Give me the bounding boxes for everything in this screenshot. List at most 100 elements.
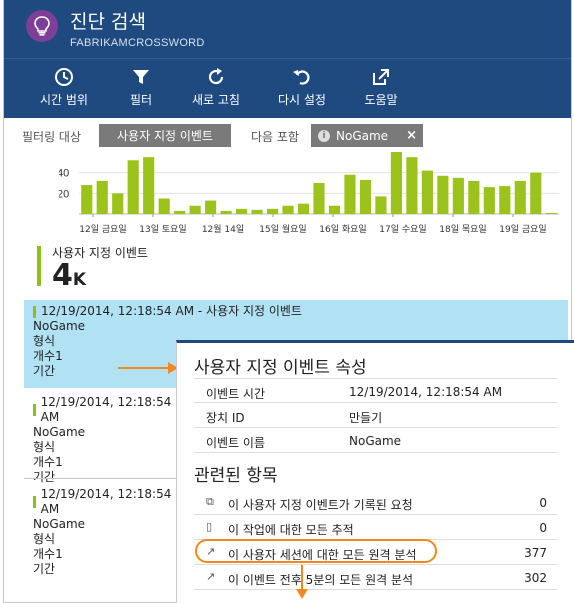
histogram-bar[interactable] bbox=[421, 170, 433, 214]
histogram-bar[interactable] bbox=[344, 174, 356, 214]
event-list-item[interactable]: 12/19/2014, 12:18:54 AM NoGame 형식 개수1 기간 bbox=[24, 487, 176, 576]
histogram-bar[interactable] bbox=[174, 210, 186, 214]
document-icon: ▯ bbox=[206, 520, 213, 533]
property-key: 이벤트 시간 bbox=[206, 387, 266, 401]
event-type: 형식 bbox=[33, 532, 56, 546]
close-icon[interactable]: × bbox=[406, 128, 417, 143]
histogram-bar[interactable] bbox=[297, 203, 310, 214]
related-count: 302 bbox=[524, 571, 547, 585]
summary-number: 4 bbox=[52, 258, 73, 293]
histogram-bar[interactable] bbox=[437, 175, 449, 214]
y-tick-label: 20 bbox=[59, 188, 69, 200]
info-icon: i bbox=[318, 129, 330, 142]
filter-include-chip[interactable]: i NoGame × bbox=[311, 124, 423, 147]
x-tick-label: 17일 수요일 bbox=[379, 224, 426, 235]
refresh-label: 새로 고침 bbox=[192, 93, 240, 107]
trend-arrow-icon: ↗ bbox=[206, 570, 216, 583]
histogram-bar[interactable] bbox=[143, 157, 155, 214]
histogram-bar[interactable] bbox=[406, 157, 418, 214]
histogram-bar[interactable] bbox=[375, 196, 387, 214]
histogram-bar[interactable] bbox=[236, 208, 248, 214]
event-type: 형식 bbox=[33, 440, 56, 454]
histogram-bar[interactable] bbox=[251, 209, 263, 214]
event-marker bbox=[33, 404, 36, 416]
event-marker bbox=[33, 496, 36, 508]
summary-unit: K bbox=[72, 270, 87, 290]
event-duration: 기간 bbox=[33, 562, 56, 576]
histogram-bar[interactable] bbox=[468, 180, 480, 214]
time-range-button[interactable]: 시간 범위 bbox=[26, 67, 102, 108]
related-item-window[interactable]: ↗ 이 이벤트 전후 5분의 모든 원격 분석 302 bbox=[194, 565, 557, 590]
event-marker bbox=[33, 305, 36, 318]
event-timestamp: 12/19/2014, 12:18:54 AM bbox=[40, 487, 172, 516]
property-key: 장치 ID bbox=[206, 411, 245, 425]
x-tick-label: 18일 목요일 bbox=[439, 224, 486, 235]
filter-target-chip[interactable]: 사용자 지정 이벤트 bbox=[99, 124, 231, 147]
related-label: 이 작업에 대한 모든 추적 bbox=[228, 523, 354, 537]
histogram-bar[interactable] bbox=[81, 185, 93, 214]
histogram-bar[interactable] bbox=[220, 210, 232, 214]
reset-button[interactable]: 다시 설정 bbox=[270, 67, 334, 108]
command-bar: 시간 범위 필터 새로 고침 다시 설정 도움말 bbox=[4, 58, 571, 118]
event-count: 개수1 bbox=[33, 547, 63, 561]
reset-label: 다시 설정 bbox=[278, 93, 326, 107]
x-tick-label: 15일 월요일 bbox=[259, 223, 306, 235]
x-tick-label: 12월 14일 bbox=[202, 223, 244, 235]
clock-icon bbox=[55, 68, 73, 86]
histogram-bar[interactable] bbox=[359, 179, 372, 214]
event-list-item[interactable]: 12/19/2014, 12:18:54 AM NoGame 형식 개수1 기간 bbox=[24, 395, 176, 484]
related-label: 이 사용자 지정 이벤트가 기록된 요청 bbox=[228, 498, 413, 512]
histogram-bar[interactable] bbox=[189, 205, 201, 214]
lightbulb-icon bbox=[26, 10, 58, 42]
property-value: 12/19/2014, 12:18:54 AM bbox=[349, 385, 503, 399]
related-item-traces[interactable]: ▯ 이 작업에 대한 모든 추적 0 bbox=[194, 515, 557, 540]
filter-target-label: 필터링 대상 bbox=[22, 130, 82, 144]
request-icon: ⧉ bbox=[206, 495, 214, 508]
event-name: NoGame bbox=[33, 517, 86, 531]
histogram-bar[interactable] bbox=[545, 212, 557, 214]
histogram-bar[interactable] bbox=[530, 172, 542, 214]
window-frame: 진단 검색 FABRIKAMCROSSWORD 시간 범위 필터 새로 고침 다… bbox=[3, 0, 574, 603]
summary-value: 4K bbox=[52, 258, 86, 293]
x-tick-label: 16일 화요일 bbox=[319, 224, 366, 235]
histogram-bar[interactable] bbox=[483, 187, 495, 214]
histogram-bar[interactable] bbox=[328, 205, 341, 214]
filter-include-value: NoGame bbox=[336, 128, 389, 143]
list-divider bbox=[24, 478, 176, 479]
histogram-bar[interactable] bbox=[452, 177, 464, 214]
annotation-arrow-right bbox=[118, 362, 178, 374]
help-button[interactable]: 도움말 bbox=[356, 67, 406, 108]
filter-include-label: 다음 포함 bbox=[251, 130, 299, 144]
histogram-bar[interactable] bbox=[266, 208, 279, 214]
histogram-bar[interactable] bbox=[313, 183, 325, 214]
filter-button[interactable]: 필터 bbox=[116, 67, 166, 108]
histogram-bar[interactable] bbox=[112, 193, 124, 214]
histogram-bar[interactable] bbox=[127, 160, 139, 214]
histogram-bar[interactable] bbox=[158, 198, 170, 215]
property-key: 이벤트 이름 bbox=[206, 436, 266, 450]
histogram-bar[interactable] bbox=[205, 200, 217, 214]
histogram-bar[interactable] bbox=[390, 152, 402, 214]
event-histogram: 20 40 12일 금요일 13일 토요일 12월 14일 15일 월요일 16일 화요일 1… bbox=[59, 150, 564, 240]
filter-target-value: 사용자 지정 이벤트 bbox=[117, 129, 213, 143]
refresh-button[interactable]: 새로 고침 bbox=[184, 67, 248, 108]
histogram-bar[interactable] bbox=[514, 180, 526, 214]
help-label: 도움말 bbox=[364, 93, 398, 107]
related-count: 377 bbox=[524, 546, 547, 560]
time-range-label: 시간 범위 bbox=[40, 93, 88, 107]
property-row: 장치 ID 만들기 bbox=[194, 403, 557, 428]
undo-icon bbox=[293, 70, 310, 85]
event-timestamp: 12/19/2014, 12:18:54 AM - 사용자 지정 이벤트 bbox=[41, 304, 302, 318]
related-item-requests[interactable]: ⧉ 이 사용자 지정 이벤트가 기록된 요청 0 bbox=[194, 490, 557, 515]
related-label: 이 이벤트 전후 5분의 모든 원격 분석 bbox=[228, 573, 414, 587]
related-count: 0 bbox=[539, 521, 547, 535]
property-value: NoGame bbox=[349, 434, 402, 448]
annotation-highlight-oval bbox=[195, 539, 437, 563]
event-detail-panel: 사용자 지정 이벤트 속성 이벤트 시간 12/19/2014, 12:18:5… bbox=[176, 340, 574, 603]
histogram-bar[interactable] bbox=[499, 186, 511, 214]
x-tick-label: 13일 토요일 bbox=[139, 224, 186, 235]
histogram-bar[interactable] bbox=[96, 180, 108, 214]
property-value: 만들기 bbox=[349, 411, 383, 425]
filter-icon bbox=[133, 70, 149, 84]
histogram-bar[interactable] bbox=[282, 205, 294, 214]
